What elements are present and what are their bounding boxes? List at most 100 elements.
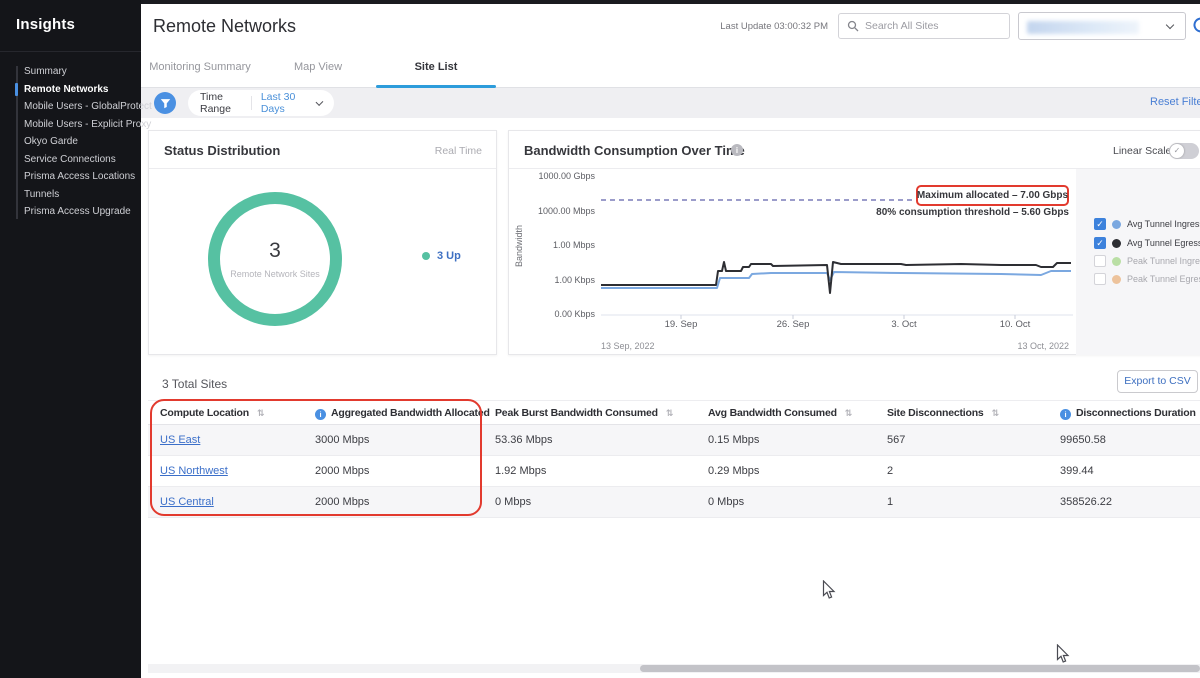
sidebar-item-prisma-access-upgrade[interactable]: Prisma Access Upgrade [24, 203, 139, 220]
tenant-selector-blurred-value [1027, 21, 1139, 34]
sidebar-item-summary[interactable]: Summary [24, 63, 139, 80]
sidebar-item-service-connections[interactable]: Service Connections [24, 151, 139, 168]
time-range-filter[interactable]: Time Range Last 30 Days [188, 90, 334, 116]
legend-avg-tunnel-egress[interactable]: ✓ Avg Tunnel Egress [1094, 237, 1200, 249]
last-update-timestamp: Last Update 03:00:32 PM [700, 21, 828, 32]
legend-peak-tunnel-egress[interactable]: Peak Tunnel Egress [1094, 273, 1200, 285]
status-card-title: Status Distribution [164, 143, 280, 158]
sidebar-item-prisma-access-locations[interactable]: Prisma Access Locations [24, 168, 139, 185]
export-to-csv-button[interactable]: Export to CSV [1117, 370, 1198, 393]
y-tick-4: 0.00 Kbps [523, 309, 595, 319]
checkbox-unchecked-icon[interactable] [1094, 255, 1106, 267]
checkbox-checked-icon[interactable]: ✓ [1094, 218, 1106, 230]
sidebar-item-mobile-users-explicit-proxy[interactable]: Mobile Users - Explicit Proxy [24, 116, 139, 133]
column-header-compute-location[interactable]: Compute Location ⇅ [160, 401, 264, 426]
time-range-value[interactable]: Last 30 Days [261, 91, 306, 115]
funnel-icon [160, 98, 171, 109]
tab-map-view[interactable]: Map View [258, 46, 378, 88]
cell-aggregated-bandwidth: 2000 Mbps [315, 487, 369, 518]
legend-label: Peak Tunnel Egress [1127, 274, 1200, 284]
checkbox-unchecked-icon[interactable] [1094, 273, 1106, 285]
series-color-dot [1112, 275, 1121, 284]
cell-avg-bandwidth: 0.15 Mbps [708, 425, 759, 456]
reset-filter-link[interactable]: Reset Filter [1150, 96, 1200, 108]
page-title: Remote Networks [153, 16, 296, 37]
column-header-aggregated-bandwidth[interactable]: i Aggregated Bandwidth Allocated [315, 401, 490, 426]
bandwidth-card-title: Bandwidth Consumption Over Time [524, 143, 745, 158]
bandwidth-consumption-card: Bandwidth Consumption Over Time i Linear… [508, 130, 1200, 355]
cell-avg-bandwidth: 0.29 Mbps [708, 456, 759, 487]
column-header-site-disconnections[interactable]: Site Disconnections⇅ [887, 401, 999, 426]
sort-icon[interactable]: ⇅ [845, 409, 852, 419]
y-axis-label: Bandwidth [514, 216, 524, 276]
tab-monitoring-summary[interactable]: Monitoring Summary [140, 46, 260, 88]
table-row-us-central: US Central 2000 Mbps 0 Mbps 0 Mbps 1 358… [148, 487, 1200, 518]
horizontal-scrollbar-thumb[interactable] [640, 665, 1200, 672]
column-label: Aggregated Bandwidth Allocated [331, 407, 490, 419]
cell-peak-burst: 0 Mbps [495, 487, 531, 518]
column-header-disconnections-duration[interactable]: i Disconnections Duration [1060, 401, 1196, 426]
column-header-avg-bandwidth[interactable]: Avg Bandwidth Consumed⇅ [708, 401, 852, 426]
bandwidth-card-header: Bandwidth Consumption Over Time i Linear… [509, 131, 1200, 169]
x-tick-2: 3. Oct [874, 319, 934, 330]
info-icon[interactable]: i [731, 144, 743, 156]
sort-icon[interactable]: ⇅ [666, 409, 673, 419]
linear-scale-toggle[interactable]: ✓ [1169, 143, 1199, 159]
max-allocated-annotation-red-box: Maximum allocated – 7.00 Gbps [916, 185, 1069, 206]
sidebar-item-mobile-users-globalprotect[interactable]: Mobile Users - GlobalProtect [24, 98, 139, 115]
sidebar-divider [0, 51, 141, 52]
window-top-bar [0, 0, 1200, 4]
series-color-dot [1112, 257, 1121, 266]
chevron-down-icon [1166, 21, 1174, 29]
status-distribution-card: Status Distribution Real Time 3 Remote N… [148, 130, 497, 355]
pill-divider [251, 96, 252, 110]
legend-peak-tunnel-ingress[interactable]: Peak Tunnel Ingress [1094, 255, 1200, 267]
y-tick-3: 1.00 Kbps [523, 275, 595, 285]
cell-disconnections-duration: 358526.22 [1060, 487, 1112, 518]
checkbox-checked-icon[interactable]: ✓ [1094, 237, 1106, 249]
info-icon[interactable]: i [315, 409, 326, 420]
chart-range-end: 13 Oct, 2022 [969, 341, 1069, 351]
column-label: Compute Location [160, 407, 249, 419]
cell-aggregated-bandwidth: 3000 Mbps [315, 425, 369, 456]
site-link-us-central[interactable]: US Central [160, 496, 214, 508]
toggle-knob: ✓ [1170, 144, 1184, 158]
linear-scale-label: Linear Scale [1113, 145, 1171, 157]
cell-site-disconnections: 1 [887, 487, 893, 518]
series-color-dot [1112, 239, 1121, 248]
consumption-threshold-label: 80% consumption threshold – 5.60 Gbps [809, 207, 1069, 218]
tenant-selector-dropdown[interactable] [1018, 12, 1186, 40]
site-link-us-northwest[interactable]: US Northwest [160, 465, 228, 477]
real-time-badge: Real Time [435, 145, 482, 157]
info-icon[interactable]: i [1060, 409, 1071, 420]
cell-avg-bandwidth: 0 Mbps [708, 487, 744, 518]
refresh-icon[interactable] [1191, 15, 1200, 35]
sidebar-active-indicator [15, 83, 18, 96]
up-status-label: 3 Up [437, 250, 461, 262]
sort-icon[interactable]: ⇅ [992, 409, 999, 419]
search-input[interactable] [865, 20, 995, 32]
search-all-sites-box[interactable] [838, 13, 1010, 39]
sidebar-title: Insights [16, 16, 75, 33]
status-legend-up[interactable]: 3 Up [422, 250, 461, 262]
mouse-cursor [822, 580, 836, 600]
tab-site-list[interactable]: Site List [376, 46, 496, 88]
filter-funnel-button[interactable] [154, 92, 176, 114]
column-header-peak-burst[interactable]: Peak Burst Bandwidth Consumed⇅ [495, 401, 673, 426]
legend-label: Peak Tunnel Ingress [1127, 256, 1200, 266]
x-tick-1: 26. Sep [763, 319, 823, 330]
sidebar-item-tunnels[interactable]: Tunnels [24, 186, 139, 203]
sidebar-item-remote-networks[interactable]: Remote Networks [24, 81, 139, 98]
sidebar-item-okyo-garde[interactable]: Okyo Garde [24, 133, 139, 150]
legend-avg-tunnel-ingress[interactable]: ✓ Avg Tunnel Ingress [1094, 218, 1200, 230]
chart-range-start: 13 Sep, 2022 [601, 341, 655, 351]
legend-label: Avg Tunnel Egress [1127, 238, 1200, 248]
time-range-label: Time Range [200, 91, 242, 115]
up-status-dot [422, 252, 430, 260]
column-label: Disconnections Duration [1076, 407, 1196, 419]
site-link-us-east[interactable]: US East [160, 434, 200, 446]
sort-icon[interactable]: ⇅ [257, 409, 264, 419]
cell-site-disconnections: 567 [887, 425, 905, 456]
cell-disconnections-duration: 399.44 [1060, 456, 1094, 487]
cell-site-disconnections: 2 [887, 456, 893, 487]
